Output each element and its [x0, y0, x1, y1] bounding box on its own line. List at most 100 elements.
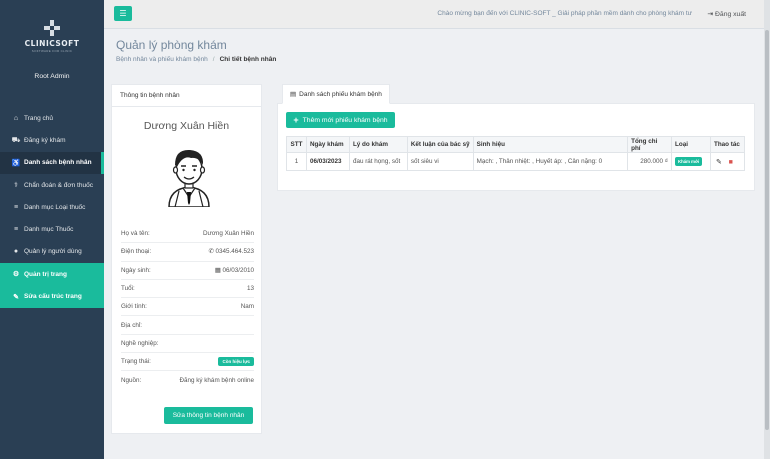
wrench-icon: ✎	[13, 293, 19, 301]
info-label: Giới tính:	[121, 303, 147, 311]
sidebar-item-home[interactable]: ⌂ Trang chủ	[0, 107, 104, 129]
info-row-source: Nguồn: Đăng ký khám bệnh online	[121, 371, 254, 389]
hamburger-icon: ☰	[119, 9, 127, 18]
sidebar-item-patients[interactable]: ♿ Danh sách bệnh nhân	[0, 151, 104, 174]
patient-card-header: Thông tin bệnh nhân	[112, 85, 261, 107]
sidebar-item-drug-categories[interactable]: ≡ Danh mục Loại thuốc	[0, 196, 104, 218]
info-label: Trạng thái:	[121, 358, 151, 366]
info-label: Điện thoại:	[121, 248, 152, 256]
logout-link[interactable]: ⇥ Đăng xuất	[707, 10, 746, 18]
brand[interactable]: CLINICSOFT SOFTWARE FOR CLINIC	[0, 0, 104, 60]
column-header: STT	[286, 136, 307, 153]
table-header-row: STT Ngày khám Lý do khám Kết luận của bá…	[286, 136, 746, 153]
avatar	[163, 145, 215, 208]
sidebar-item-label: Quản lý người dùng	[24, 248, 82, 256]
sidebar-item-users[interactable]: ● Quản lý người dùng	[0, 241, 104, 263]
patient-name: Dương Xuân Hiền	[143, 120, 230, 132]
sidebar-item-label: Sửa cấu trúc trang	[24, 293, 82, 301]
page-scrollbar[interactable]	[764, 0, 770, 459]
cell-reason: đau rát họng, sốt	[348, 152, 408, 171]
logout-icon: ⇥	[707, 11, 714, 18]
info-row-dob: Ngày sinh: ▦ 06/03/2010	[121, 262, 254, 280]
home-icon: ⌂	[13, 114, 19, 122]
table-row[interactable]: 1 06/03/2023 đau rát họng, sốt sốt siêu …	[286, 152, 746, 171]
type-badge: Khám mới	[675, 157, 703, 166]
tab-label: Danh sách phiếu khám bệnh	[299, 90, 382, 98]
user-icon: ●	[13, 248, 19, 256]
gear-icon: ⚙	[12, 271, 20, 279]
user-name: Root Admin	[34, 73, 70, 80]
info-value: Nam	[240, 303, 254, 311]
column-header: Sinh hiệu	[472, 136, 629, 153]
sidebar-item-drugs[interactable]: ≡ Danh mục Thuốc	[0, 218, 104, 240]
cell-stt: 1	[286, 152, 307, 171]
sidebar-item-site-admin[interactable]: ⚙ Quản trị trang	[0, 263, 104, 286]
records-tabs: ▤ Danh sách phiếu khám bệnh	[277, 84, 755, 104]
info-value: 06/03/2010	[222, 266, 254, 274]
column-header: Loại	[671, 136, 711, 153]
file-icon: ▤	[290, 91, 297, 98]
cell-type: Khám mới	[671, 152, 711, 171]
records-table: STT Ngày khám Lý do khám Kết luận của bá…	[286, 136, 746, 171]
info-label: Nghề nghiệp:	[121, 339, 159, 347]
info-row-fullname: Họ và tên: Dương Xuân Hiền	[121, 225, 254, 244]
add-record-label: Thêm mới phiếu khám bệnh	[302, 116, 388, 124]
info-value: 0345.464.523	[215, 248, 254, 256]
top-nav: ☰ Chào mừng bạn đến với CLINIC-SOFT _ Gi…	[104, 0, 770, 29]
wheelchair-icon: ♿	[11, 159, 21, 167]
info-value: Đăng ký khám bệnh online	[179, 377, 254, 385]
breadcrumb-current: Chi tiết bệnh nhân	[219, 56, 277, 63]
column-header: Kết luận của bác sỹ	[406, 136, 474, 153]
info-label: Tuổi:	[121, 285, 135, 293]
info-row-age: Tuổi: 13	[121, 280, 254, 299]
tab-records-list[interactable]: ▤ Danh sách phiếu khám bệnh	[282, 84, 390, 104]
edit-patient-button[interactable]: Sửa thông tin bệnh nhân	[164, 407, 253, 424]
brand-tagline: SOFTWARE FOR CLINIC	[31, 48, 73, 53]
cell-date: 06/03/2023	[305, 152, 350, 171]
sidebar-item-label: Danh mục Thuốc	[24, 226, 74, 234]
sidebar: CLINICSOFT SOFTWARE FOR CLINIC Root Admi…	[0, 0, 104, 459]
sidebar-item-label: Danh sách bệnh nhân	[24, 159, 92, 167]
info-label: Họ và tên:	[121, 230, 150, 238]
sidebar-item-edit-structure[interactable]: ✎ Sửa cấu trúc trang	[0, 285, 104, 308]
list-icon: ≡	[13, 226, 19, 234]
breadcrumb: Bệnh nhân và phiếu khám bệnh / Chi tiết bệ…	[116, 56, 277, 63]
stethoscope-icon: ⚕	[14, 182, 18, 190]
info-value: Dương Xuân Hiền	[202, 230, 254, 238]
cart-icon: ⛟	[11, 136, 21, 144]
sidebar-item-diagnosis[interactable]: ⚕ Chẩn đoán & đơn thuốc	[0, 174, 104, 196]
info-row-gender: Giới tính: Nam	[121, 298, 254, 317]
brand-name: CLINICSOFT	[24, 38, 80, 48]
info-label: Ngày sinh:	[121, 266, 151, 274]
edit-icon[interactable]: ✎	[714, 158, 724, 166]
trash-icon[interactable]: ■	[726, 159, 736, 166]
sidebar-item-label: Quản trị trang	[24, 270, 67, 278]
page-title: Quản lý phòng khám	[116, 38, 227, 52]
info-row-address: Địa chỉ:	[121, 316, 254, 335]
welcome-text: Chào mừng bạn đến với CLINIC-SOFT _ Giải…	[437, 10, 692, 17]
sidebar-item-label: Trang chủ	[24, 114, 54, 122]
calendar-icon: ▦	[214, 266, 221, 274]
cell-conclusion: sốt siêu vi	[406, 152, 474, 171]
add-record-button[interactable]: + Thêm mới phiếu khám bệnh	[286, 112, 395, 128]
scrollbar-thumb[interactable]	[765, 30, 769, 430]
cell-total: 280.000 ₫	[627, 152, 673, 171]
info-row-phone: Điện thoại: ✆ 0345.464.523	[121, 243, 254, 262]
info-label: Địa chỉ:	[121, 321, 142, 329]
menu-toggle-button[interactable]: ☰	[114, 6, 132, 21]
sidebar-item-register[interactable]: ⛟ Đăng ký khám	[0, 129, 104, 151]
sidebar-item-label: Chẩn đoán & đơn thuốc	[24, 181, 93, 189]
sidebar-item-label: Danh mục Loại thuốc	[24, 203, 86, 211]
plus-icon: +	[293, 115, 299, 125]
cell-actions: ✎ ■	[709, 152, 746, 171]
column-header: Lý do khám	[348, 136, 408, 153]
clinicsoft-logo-icon	[44, 19, 60, 36]
breadcrumb-link[interactable]: Bệnh nhân và phiếu khám bệnh	[116, 56, 208, 63]
logout-label: Đăng xuất	[715, 11, 746, 18]
sidebar-item-label: Đăng ký khám	[24, 136, 66, 144]
column-header: Tổng chi phí	[627, 136, 673, 153]
info-value: 13	[246, 285, 254, 293]
patient-info-card: Thông tin bệnh nhân Dương Xuân Hiền Họ v…	[111, 84, 262, 434]
sidebar-nav: ⌂ Trang chủ ⛟ Đăng ký khám ♿ Danh sách bệnh…	[0, 107, 104, 308]
column-header: Ngày khám	[305, 136, 350, 153]
